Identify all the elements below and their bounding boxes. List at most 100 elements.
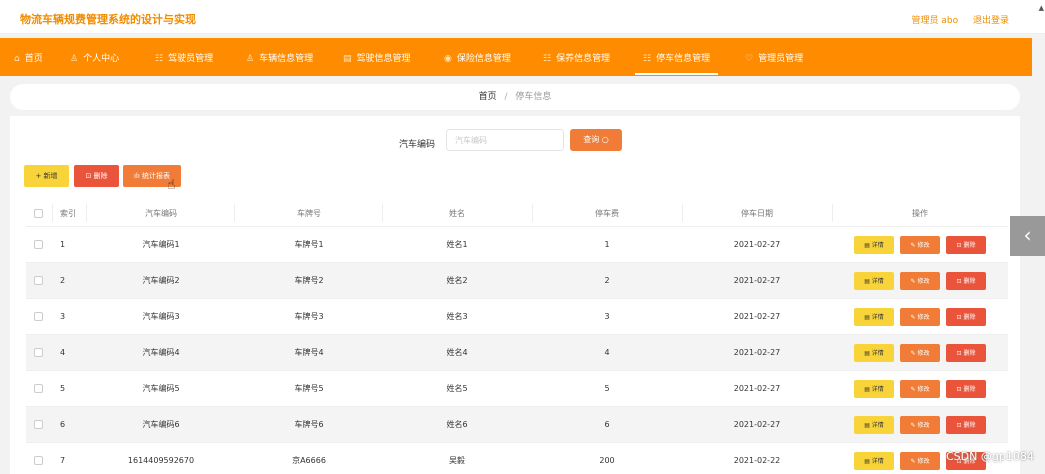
- detail-button[interactable]: ▤ 详情: [854, 415, 894, 434]
- nav-admin-mgmt[interactable]: ♡ 管理员管理: [745, 51, 803, 65]
- nav-personal-center[interactable]: ♙ 个人中心: [70, 51, 119, 65]
- detail-button[interactable]: ▤ 详情: [854, 343, 894, 362]
- user-area: 管理员 abo 退出登录: [900, 13, 1010, 26]
- table-header: 索引 汽车编码 车牌号 姓名 停车费 停车日期 操作: [26, 200, 1008, 226]
- collapse-side-panel-button[interactable]: ‹: [1010, 216, 1045, 256]
- cell-plate: 车牌号1: [294, 240, 324, 249]
- row-checkbox[interactable]: [33, 420, 43, 429]
- detail-button[interactable]: ▤ 详情: [854, 271, 894, 290]
- cell-plate: 车牌号4: [294, 348, 324, 357]
- cell-index: 3: [60, 312, 66, 321]
- cell-car-code: 汽车编码1: [142, 240, 180, 249]
- row-checkbox[interactable]: [33, 456, 43, 465]
- cell-fee: 3: [604, 312, 610, 321]
- detail-button[interactable]: ▤ 详情: [854, 307, 894, 326]
- cell-name: 姓名4: [446, 348, 468, 357]
- edit-button[interactable]: ✎ 修改: [900, 451, 940, 470]
- delete-button[interactable]: ⊡ 删除: [946, 343, 986, 362]
- cell-plate: 车牌号6: [294, 420, 324, 429]
- nav-label: 个人中心: [83, 54, 120, 64]
- cell-car-code: 汽车编码3: [142, 312, 180, 321]
- cell-fee: 5: [604, 384, 610, 393]
- row-checkbox[interactable]: [33, 312, 43, 321]
- row-checkbox[interactable]: [33, 384, 43, 393]
- cell-date: 2021-02-27: [733, 348, 781, 357]
- user-icon: ♙: [246, 54, 255, 64]
- row-checkbox[interactable]: [33, 240, 43, 249]
- delete-button[interactable]: ⊡ 删除: [946, 271, 986, 290]
- cell-index: 6: [60, 420, 66, 429]
- nav-insurance-info-mgmt[interactable]: ◉ 保险信息管理: [444, 51, 511, 65]
- row-checkbox[interactable]: [33, 348, 43, 357]
- cell-date: 2021-02-27: [733, 240, 781, 249]
- detail-button[interactable]: ▤ 详情: [854, 235, 894, 254]
- watermark-text: CSDN @gp1084: [946, 450, 1034, 463]
- search-button[interactable]: 查询 ○: [570, 129, 622, 151]
- row-actions: ▤ 详情 ✎ 修改 ⊡ 删除: [832, 227, 1008, 262]
- nav-maintenance-info-mgmt[interactable]: ☷ 保养信息管理: [543, 51, 610, 65]
- detail-button[interactable]: ▤ 详情: [854, 379, 894, 398]
- cell-date: 2021-02-27: [733, 384, 781, 393]
- nav-label: 车辆信息管理: [259, 54, 314, 64]
- car-code-search-input[interactable]: [446, 129, 564, 151]
- delete-button[interactable]: ⊡ 删除: [946, 307, 986, 326]
- select-all-checkbox[interactable]: [33, 208, 43, 218]
- edit-button[interactable]: ✎ 修改: [900, 235, 940, 254]
- cell-plate: 车牌号2: [294, 276, 324, 285]
- admin-user-link[interactable]: 管理员 abo: [912, 16, 959, 26]
- hand-cursor-icon: ☝: [167, 177, 176, 193]
- cell-name: 吴毅: [449, 456, 465, 465]
- row-select-cell: [26, 443, 50, 474]
- heart-icon: ♡: [745, 54, 754, 64]
- row-actions: ▤ 详情 ✎ 修改 ⊡ 删除: [832, 263, 1008, 298]
- cell-plate: 车牌号5: [294, 384, 324, 393]
- nav-parking-info-mgmt[interactable]: ☷ 停车信息管理: [634, 51, 719, 75]
- edit-button[interactable]: ✎ 修改: [900, 379, 940, 398]
- cell-index: 2: [60, 276, 66, 285]
- cell-fee: 1: [604, 240, 610, 249]
- logout-link[interactable]: 退出登录: [973, 16, 1009, 26]
- nav-vehicle-info-mgmt[interactable]: ♙ 车辆信息管理: [246, 51, 313, 65]
- batch-delete-button[interactable]: ⊡ 删除: [74, 165, 119, 187]
- cell-car-code: 汽车编码2: [142, 276, 180, 285]
- scroll-up-arrow-icon[interactable]: ▲: [1039, 4, 1044, 12]
- delete-button[interactable]: ⊡ 删除: [946, 379, 986, 398]
- row-actions: ▤ 详情 ✎ 修改 ⊡ 删除: [832, 335, 1008, 370]
- detail-button[interactable]: ▤ 详情: [854, 451, 894, 470]
- nav-label: 驾驶信息管理: [356, 54, 411, 64]
- nav-label: 驾驶员管理: [168, 54, 214, 64]
- row-checkbox[interactable]: [33, 276, 43, 285]
- table-row: 1 汽车编码1 车牌号1 姓名1 1 2021-02-27 ▤ 详情 ✎ 修改 …: [26, 226, 1008, 262]
- cell-plate: 京A6666: [292, 456, 326, 465]
- edit-button[interactable]: ✎ 修改: [900, 343, 940, 362]
- nav-label: 保养信息管理: [556, 54, 611, 64]
- breadcrumb-current: 停车信息: [515, 92, 552, 102]
- row-select-cell: [26, 407, 50, 442]
- row-select-cell: [26, 299, 50, 334]
- edit-button[interactable]: ✎ 修改: [900, 415, 940, 434]
- nav-driver-mgmt[interactable]: ☷ 驾驶员管理: [155, 51, 213, 65]
- document-icon: ▤: [343, 54, 352, 64]
- add-button[interactable]: + 新增: [24, 165, 69, 187]
- row-select-cell: [26, 263, 50, 298]
- nav-driving-info-mgmt[interactable]: ▤ 驾驶信息管理: [343, 51, 411, 65]
- delete-button[interactable]: ⊡ 删除: [946, 415, 986, 434]
- column-divider: [52, 204, 53, 222]
- nav-label: 首页: [24, 54, 43, 64]
- delete-button[interactable]: ⊡ 删除: [946, 235, 986, 254]
- cell-name: 姓名5: [446, 384, 468, 393]
- edit-button[interactable]: ✎ 修改: [900, 307, 940, 326]
- breadcrumb-home[interactable]: 首页: [479, 92, 497, 102]
- nav-home[interactable]: ⌂ 首页: [14, 51, 43, 65]
- table-row: 3 汽车编码3 车牌号3 姓名3 3 2021-02-27 ▤ 详情 ✎ 修改 …: [26, 298, 1008, 334]
- cell-name: 姓名1: [446, 240, 468, 249]
- cell-car-code: 汽车编码4: [142, 348, 180, 357]
- table-row: 5 汽车编码5 车牌号5 姓名5 5 2021-02-27 ▤ 详情 ✎ 修改 …: [26, 370, 1008, 406]
- nav-label: 管理员管理: [758, 54, 804, 64]
- header-operations: 操作: [912, 208, 928, 218]
- edit-button[interactable]: ✎ 修改: [900, 271, 940, 290]
- cell-date: 2021-02-27: [733, 420, 781, 429]
- cell-index: 7: [60, 456, 66, 465]
- select-all-cell: [26, 200, 50, 226]
- cell-date: 2021-02-27: [733, 312, 781, 321]
